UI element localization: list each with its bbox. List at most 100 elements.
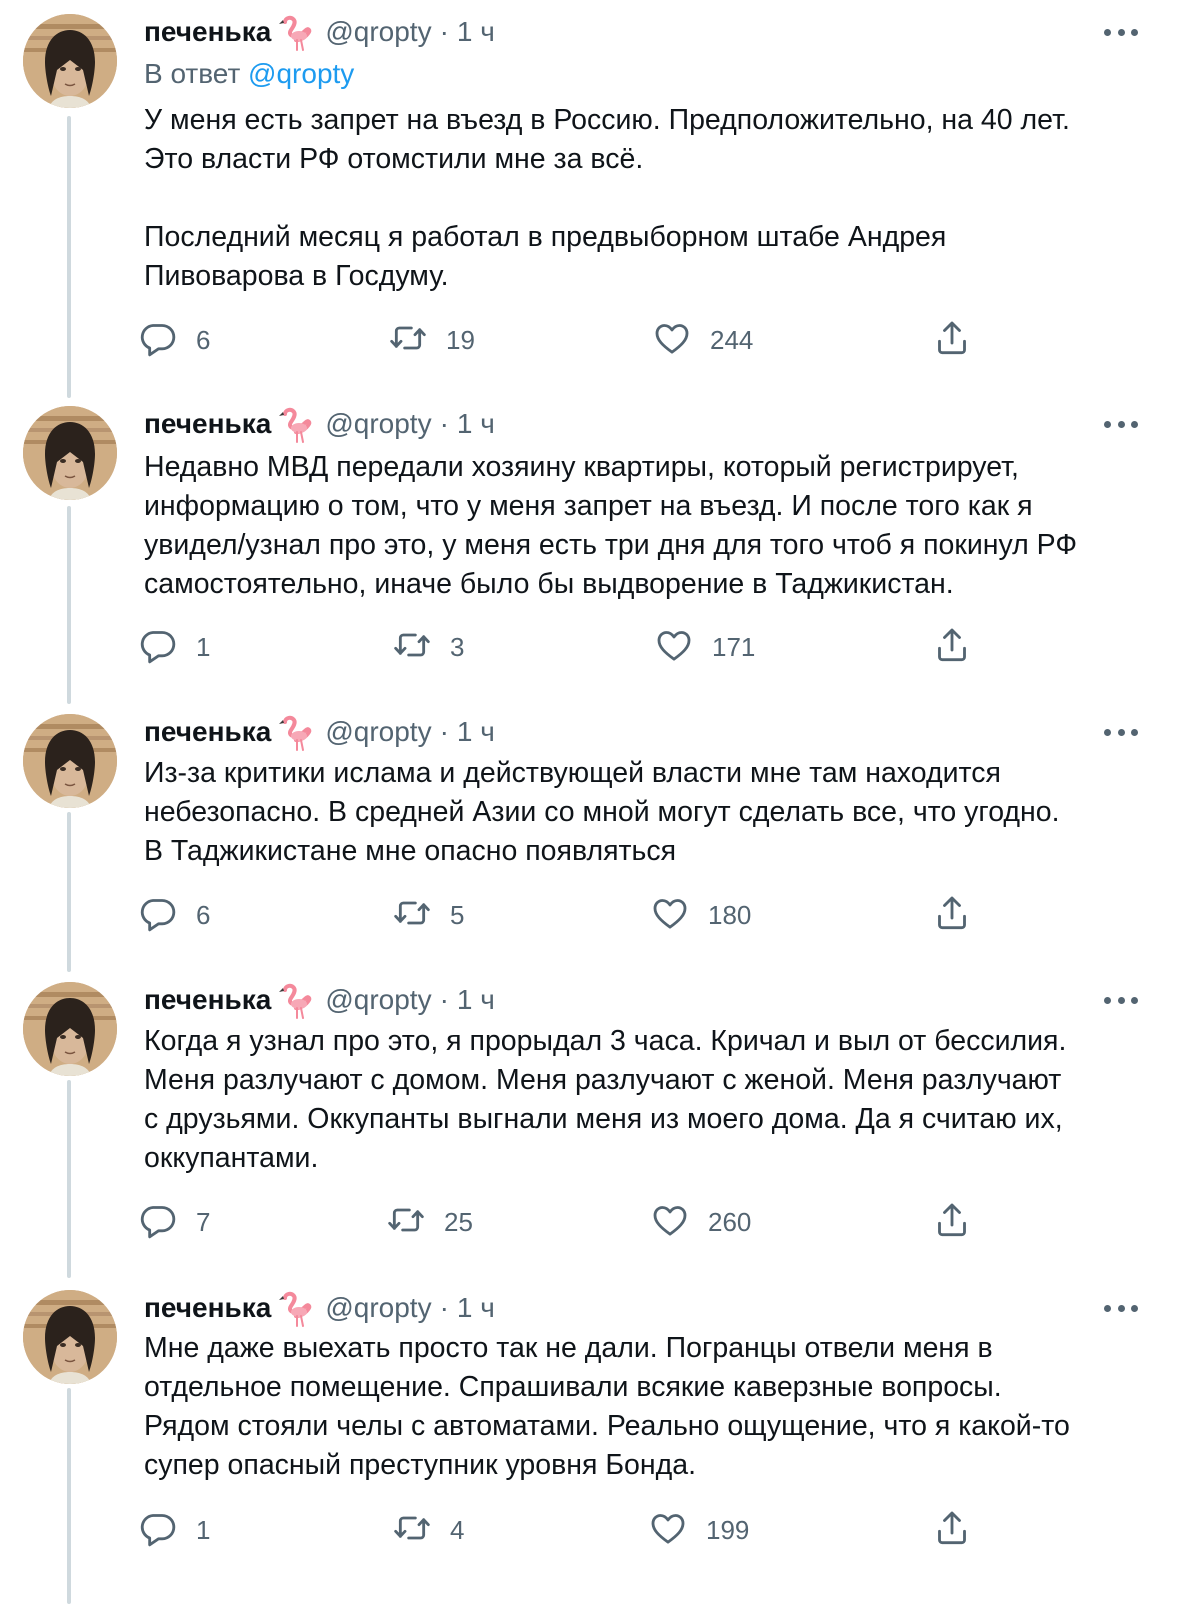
share-icon [932,318,972,363]
more-options-icon[interactable] [1104,414,1138,434]
tweet[interactable]: печенька @qropty · 1 ч Когда я узнал про… [0,968,1196,1276]
flamingo-icon [277,404,317,444]
retweet-icon [392,625,432,670]
retweet-button[interactable]: 25 [386,1200,473,1244]
tweet[interactable]: печенька @qropty · 1 ч Недавно МВД перед… [0,392,1196,700]
share-icon [932,1508,972,1553]
retweet-button[interactable]: 3 [392,625,464,669]
display-name[interactable]: печенька [144,16,271,48]
like-button[interactable]: 171 [654,625,755,669]
display-name[interactable]: печенька [144,408,271,440]
handle[interactable]: @qropty [325,408,431,440]
more-options-icon[interactable] [1104,22,1138,42]
timestamp[interactable]: 1 ч [457,984,495,1016]
tweet-actions: 1 3 171 [0,625,1196,669]
retweet-icon [386,1200,426,1245]
more-options-icon[interactable] [1104,990,1138,1010]
tweet-line: Последний месяц я работал в предвыборном… [144,221,947,253]
tweet-actions: 6 5 180 [0,893,1196,937]
like-count: 244 [710,324,754,355]
avatar[interactable] [23,14,117,108]
like-button[interactable]: 199 [648,1508,749,1552]
retweet-button[interactable]: 4 [392,1508,464,1552]
share-button[interactable] [932,318,972,362]
separator: · [439,984,449,1015]
tweet-line: В Таджикистане мне опасно появляться [144,835,677,867]
share-icon [932,893,972,938]
share-button[interactable] [932,625,972,669]
like-count: 199 [706,1514,750,1545]
retweet-count: 5 [450,899,465,930]
timestamp[interactable]: 1 ч [457,408,495,440]
tweet-line: оккупантами. [144,1142,319,1174]
timestamp[interactable]: 1 ч [457,1292,495,1324]
more-options-icon[interactable] [1104,1298,1138,1318]
reply-icon [138,318,178,363]
display-name[interactable]: печенька [144,1292,271,1324]
tweet-text: Из-за критики ислама и действующей власт… [144,754,1154,871]
tweet-line: увидел/узнал про это, у меня есть три дн… [144,529,1078,561]
tweet-line: небезопасно. В средней Азии со мной могу… [144,796,1060,828]
reply-icon [138,1200,178,1245]
share-icon [932,625,972,670]
reply-icon [138,893,178,938]
tweet-header: печенька @qropty · 1 ч [144,710,495,754]
display-name[interactable]: печенька [144,716,271,748]
tweet-line: с друзьями. Оккупанты выгнали меня из мо… [144,1103,1063,1135]
reply-button[interactable]: 1 [138,625,210,669]
reply-count: 6 [196,899,211,930]
separator: · [439,408,449,439]
tweet-text: Мне даже выехать просто так не дали. Пог… [144,1329,1154,1485]
reply-button[interactable]: 6 [138,318,210,362]
tweet[interactable]: печенька @qropty · 1 ч Из-за критики исл… [0,700,1196,970]
handle[interactable]: @qropty [325,984,431,1016]
like-count: 171 [712,631,756,662]
retweet-icon [388,318,428,363]
handle[interactable]: @qropty [325,716,431,748]
retweet-button[interactable]: 19 [388,318,475,362]
reply-icon [138,1508,178,1553]
heart-icon [654,625,694,670]
reply-count: 7 [196,1206,211,1237]
timestamp[interactable]: 1 ч [457,16,495,48]
tweet[interactable]: печенька @qropty · 1 ч В ответ @qropty У… [0,0,1196,400]
handle[interactable]: @qropty [325,16,431,48]
avatar[interactable] [23,406,117,500]
display-name[interactable]: печенька [144,984,271,1016]
share-button[interactable] [932,1200,972,1244]
timestamp[interactable]: 1 ч [457,716,495,748]
reply-button[interactable]: 1 [138,1508,210,1552]
share-button[interactable] [932,893,972,937]
reply-button[interactable]: 6 [138,893,210,937]
like-button[interactable]: 260 [650,1200,751,1244]
heart-icon [650,893,690,938]
like-button[interactable]: 180 [650,893,751,937]
tweet-line: Когда я узнал про это, я прорыдал 3 часа… [144,1025,1067,1057]
tweet-header: печенька @qropty · 1 ч [144,10,495,54]
reply-mention-link[interactable]: @qropty [248,58,354,89]
flamingo-icon [277,980,317,1020]
handle[interactable]: @qropty [325,1292,431,1324]
retweet-button[interactable]: 5 [392,893,464,937]
share-button[interactable] [932,1508,972,1552]
retweet-count: 25 [444,1206,473,1237]
flamingo-icon [277,12,317,52]
tweet-header: печенька @qropty · 1 ч [144,402,495,446]
tweet-line: У меня есть запрет на въезд в Россию. Пр… [144,104,1070,136]
tweet-line: супер опасный преступник уровня Бонда. [144,1449,697,1481]
more-options-icon[interactable] [1104,722,1138,742]
reply-button[interactable]: 7 [138,1200,210,1244]
tweet[interactable]: печенька @qropty · 1 ч Мне даже выехать … [0,1276,1196,1604]
avatar[interactable] [23,982,117,1076]
tweet-line: Недавно МВД передали хозяину квартиры, к… [144,451,1019,483]
retweet-count: 19 [446,324,475,355]
tweet-header: печенька @qropty · 1 ч [144,1286,495,1330]
avatar[interactable] [23,1290,117,1384]
reply-context: В ответ @qropty [144,58,354,90]
separator: · [439,1292,449,1323]
retweet-icon [392,1508,432,1553]
like-count: 180 [708,899,752,930]
tweet-line: Это власти РФ отомстили мне за всё. [144,143,644,175]
like-button[interactable]: 244 [652,318,753,362]
avatar[interactable] [23,714,117,808]
